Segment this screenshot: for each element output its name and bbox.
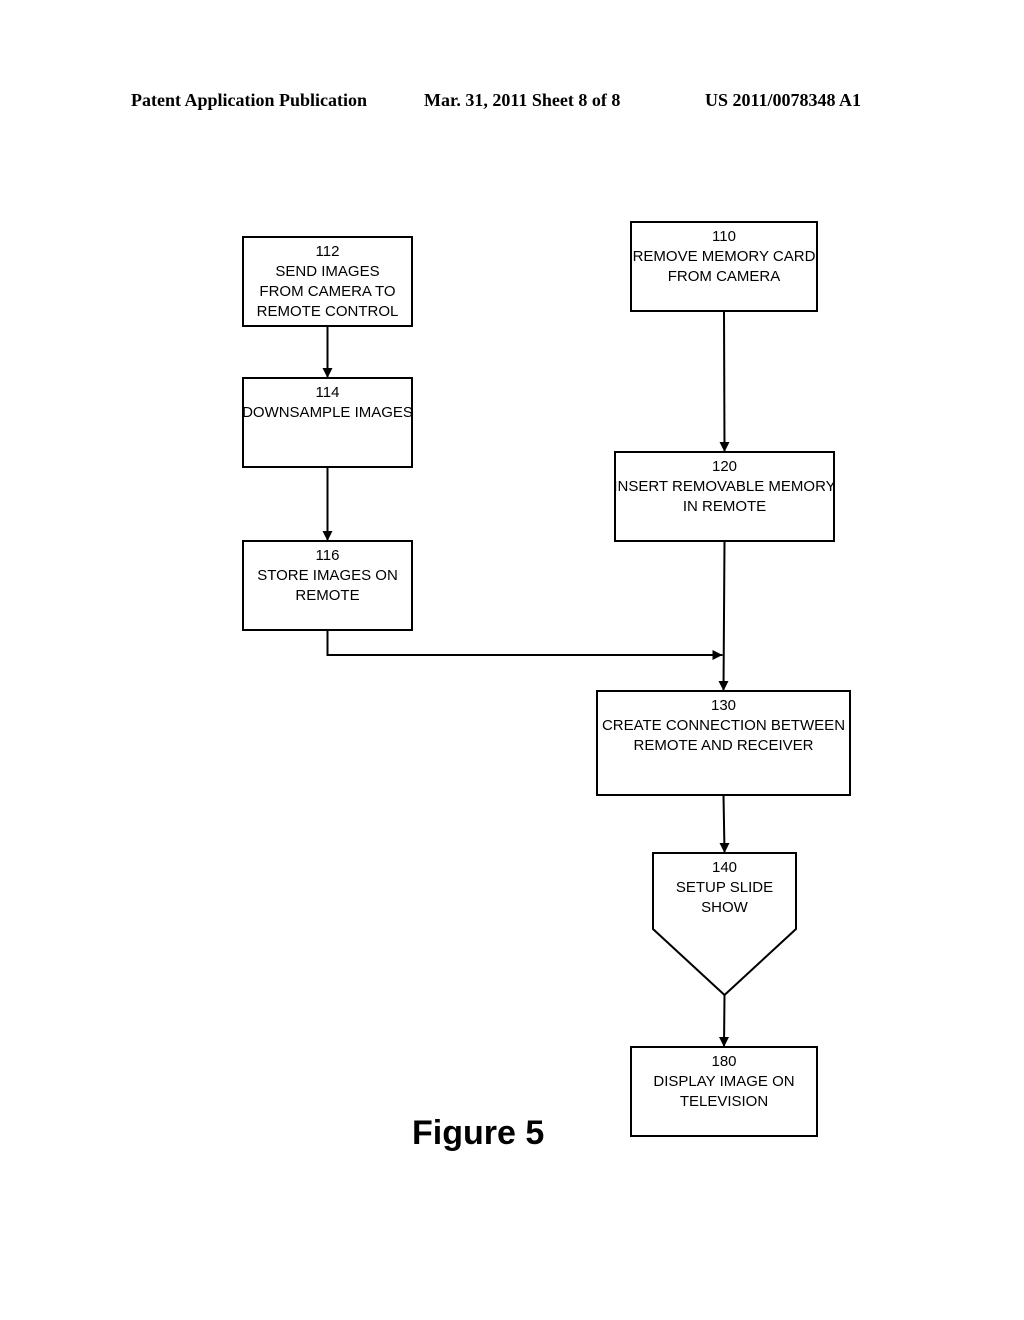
- flow-node-112: 112 SEND IMAGES FROM CAMERA TO REMOTE CONTR…: [242, 236, 413, 327]
- connector-line: [326, 630, 723, 656]
- flow-edge-140-180: [719, 994, 729, 1047]
- node-number: 140: [712, 859, 737, 876]
- node-number: 180: [711, 1053, 736, 1070]
- node-number: 110: [712, 228, 736, 245]
- flow-edge-114-116: [322, 467, 333, 541]
- node-label: SEND IMAGES: [275, 263, 379, 280]
- arrowhead: [719, 442, 730, 452]
- arrowhead: [719, 843, 730, 853]
- flow-node-180: 180 DISPLAY IMAGE ON TELEVISION: [630, 1046, 818, 1137]
- flow-edge-120-130: [718, 540, 729, 691]
- flow-node-116: 116 STORE IMAGES ON REMOTE: [242, 540, 413, 631]
- node-label: STORE IMAGES ON: [257, 567, 398, 584]
- flowchart-nodes: 112 SEND IMAGES FROM CAMERA TO REMOTE CONTR…: [242, 221, 851, 1137]
- flow-edge-110-120: [719, 310, 730, 452]
- flow-node-120: 120 INSERT REMOVABLE MEMORY IN REMOTE: [613, 451, 836, 542]
- node-label: DISPLAY IMAGE ON: [653, 1073, 794, 1090]
- node-label: SHOW: [701, 899, 749, 916]
- node-number: 112: [316, 243, 340, 260]
- node-label: REMOTE CONTROL: [257, 303, 399, 320]
- arrowhead: [712, 650, 723, 660]
- node-label: FROM CAMERA TO: [259, 283, 395, 300]
- node-label: IN REMOTE: [683, 498, 766, 515]
- node-number: 116: [316, 547, 340, 564]
- node-label: DOWNSAMPLE IMAGES: [242, 404, 413, 421]
- node-label: INSERT REMOVABLE MEMORY: [613, 478, 835, 495]
- flow-node-110: 110 REMOVE MEMORY CARD FROM CAMERA: [630, 221, 818, 312]
- node-label: SETUP SLIDE: [676, 879, 773, 896]
- node-label: TELEVISION: [680, 1093, 768, 1110]
- flowchart: 112 SEND IMAGES FROM CAMERA TO REMOTE CONTR…: [242, 221, 851, 1152]
- flow-edge-116-130: [326, 630, 723, 660]
- arrowhead: [322, 368, 333, 378]
- node-label: CREATE CONNECTION BETWEEN: [602, 717, 845, 734]
- node-label: REMOTE AND RECEIVER: [633, 737, 813, 754]
- node-label: FROM CAMERA: [668, 268, 781, 285]
- node-number: 130: [711, 697, 736, 714]
- flow-node-114: 114 DOWNSAMPLE IMAGES: [242, 377, 413, 468]
- flow-edge-112-114: [322, 326, 333, 378]
- figure-label: Figure 5: [412, 1114, 544, 1152]
- flow-node-130: 130 CREATE CONNECTION BETWEEN REMOTE AND R…: [596, 690, 851, 796]
- arrowhead: [322, 531, 333, 541]
- node-number: 120: [712, 458, 737, 475]
- node-label: REMOVE MEMORY CARD: [633, 248, 816, 265]
- flow-edge-130-140: [719, 794, 730, 853]
- node-label: REMOTE: [295, 587, 359, 604]
- connector-line: [722, 540, 726, 691]
- arrowhead: [718, 681, 729, 691]
- arrowhead: [719, 1037, 729, 1047]
- flow-node-140: 140 SETUP SLIDE SHOW: [652, 852, 797, 997]
- connector-line: [723, 310, 726, 452]
- node-number: 114: [316, 384, 340, 401]
